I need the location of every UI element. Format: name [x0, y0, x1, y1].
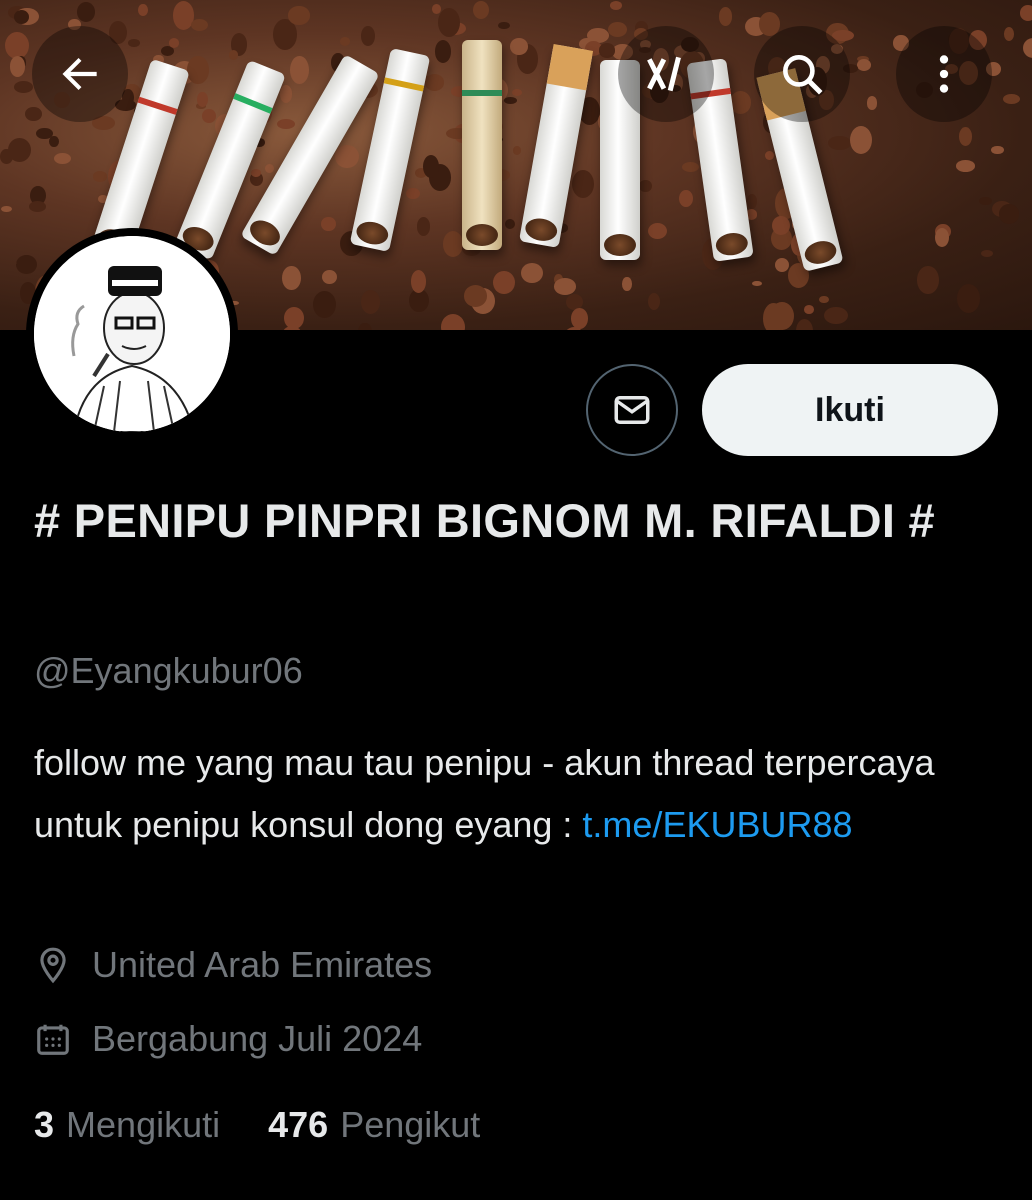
- user-handle: @Eyangkubur06: [34, 650, 303, 691]
- follow-button[interactable]: Ikuti: [702, 364, 998, 456]
- search-icon: [783, 55, 823, 95]
- display-name: # PENIPU PINPRI BIGNOM M. RIFALDI #: [34, 494, 935, 547]
- location-text: United Arab Emirates: [92, 944, 433, 985]
- following-link[interactable]: 3 Mengikuti: [34, 1104, 220, 1146]
- calendar-icon: [37, 1024, 69, 1055]
- more-button[interactable]: [896, 26, 992, 122]
- bio: follow me yang mau tau penipu - akun thr…: [34, 732, 994, 856]
- followers-count: 476: [268, 1104, 329, 1145]
- avatar-illustration-icon: [34, 236, 230, 432]
- grok-icon: [647, 56, 681, 92]
- location-pin-icon: [40, 947, 66, 984]
- banner-cigarette: [462, 40, 502, 250]
- follow-stats: 3 Mengikuti 476 Pengikut: [34, 1104, 528, 1146]
- following-count: 3: [34, 1104, 55, 1145]
- following-label: Mengikuti: [66, 1104, 221, 1145]
- grok-button[interactable]: [618, 26, 714, 122]
- message-button[interactable]: [586, 364, 678, 456]
- envelope-icon: [614, 396, 650, 424]
- avatar[interactable]: [26, 228, 238, 440]
- joined-row: Bergabung Juli 2024: [34, 1018, 422, 1060]
- joined-text: Bergabung Juli 2024: [92, 1018, 423, 1059]
- followers-link[interactable]: 476 Pengikut: [268, 1104, 480, 1146]
- more-vertical-icon: [939, 55, 949, 93]
- location-row: United Arab Emirates: [34, 944, 432, 986]
- back-button[interactable]: [32, 26, 128, 122]
- arrow-left-icon: [62, 57, 97, 91]
- search-button[interactable]: [754, 26, 850, 122]
- bio-link[interactable]: t.me/EKUBUR88: [582, 804, 852, 845]
- followers-label: Pengikut: [340, 1104, 481, 1145]
- banner-cigarette: [518, 44, 594, 248]
